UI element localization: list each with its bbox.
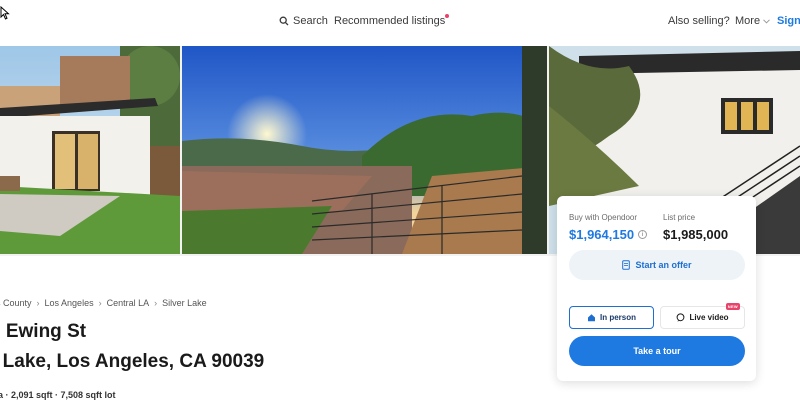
property-facts: a · 2,091 sqft · 7,508 sqft lot bbox=[0, 390, 116, 400]
info-icon[interactable]: i bbox=[638, 230, 648, 239]
notification-dot bbox=[445, 14, 450, 18]
breadcrumb-neighborhood[interactable]: Silver Lake bbox=[162, 298, 207, 308]
top-nav: Search Recommended listings Also selling… bbox=[0, 0, 800, 46]
video-chat-icon bbox=[677, 313, 685, 322]
list-price-label: List price bbox=[663, 213, 696, 222]
breadcrumb-separator: › bbox=[154, 298, 158, 308]
also-selling-link[interactable]: Also selling? bbox=[668, 15, 730, 27]
sign-in-link[interactable]: Sign bbox=[777, 15, 800, 27]
breadcrumb-region[interactable]: Central LA bbox=[107, 298, 150, 308]
breadcrumb-county[interactable]: s County bbox=[0, 298, 32, 308]
photo-sunset-deck-view[interactable] bbox=[182, 46, 547, 254]
home-icon bbox=[587, 314, 595, 322]
more-label: More bbox=[735, 15, 761, 27]
take-tour-label: Take a tour bbox=[633, 346, 681, 356]
live-video-label: Live video bbox=[689, 313, 729, 322]
search-link[interactable]: Search bbox=[279, 15, 328, 27]
tour-in-person-option[interactable]: In person bbox=[569, 306, 654, 329]
breadcrumb-separator: › bbox=[98, 298, 102, 308]
start-offer-button[interactable]: Start an offer bbox=[569, 250, 745, 280]
opendoor-price-value: $1,964,150 bbox=[569, 227, 635, 242]
list-price-value: $1,985,000 bbox=[663, 227, 729, 242]
document-icon bbox=[622, 260, 631, 270]
photo-exterior-casita[interactable] bbox=[0, 46, 180, 254]
address-line-2: r Lake, Los Angeles, CA 90039 bbox=[0, 351, 265, 372]
also-selling-label: Also selling? bbox=[668, 15, 730, 27]
mouse-cursor-icon bbox=[0, 6, 10, 20]
search-icon bbox=[279, 16, 289, 26]
opendoor-price: $1,964,150 i bbox=[569, 227, 648, 242]
opendoor-price-label: Buy with Opendoor bbox=[569, 213, 638, 222]
sign-in-label: Sign bbox=[777, 15, 800, 27]
recommended-listings-link[interactable]: Recommended listings bbox=[334, 14, 450, 27]
start-offer-label: Start an offer bbox=[635, 260, 692, 270]
tour-live-video-option[interactable]: Live video NEW bbox=[660, 303, 745, 329]
chevron-down-icon bbox=[763, 18, 770, 24]
address-line-1: 5 Ewing St bbox=[0, 321, 87, 342]
in-person-label: In person bbox=[599, 313, 636, 322]
breadcrumb-city[interactable]: Los Angeles bbox=[45, 298, 94, 308]
recommended-label: Recommended listings bbox=[334, 15, 446, 27]
take-tour-button[interactable]: Take a tour bbox=[569, 336, 745, 366]
more-menu[interactable]: More bbox=[735, 15, 770, 27]
price-card: Buy with Opendoor List price $1,964,150 … bbox=[557, 196, 756, 381]
new-badge: NEW bbox=[725, 303, 740, 310]
breadcrumb: s County › Los Angeles › Central LA › Si… bbox=[0, 298, 207, 308]
search-label: Search bbox=[293, 15, 328, 27]
breadcrumb-separator: › bbox=[36, 298, 40, 308]
